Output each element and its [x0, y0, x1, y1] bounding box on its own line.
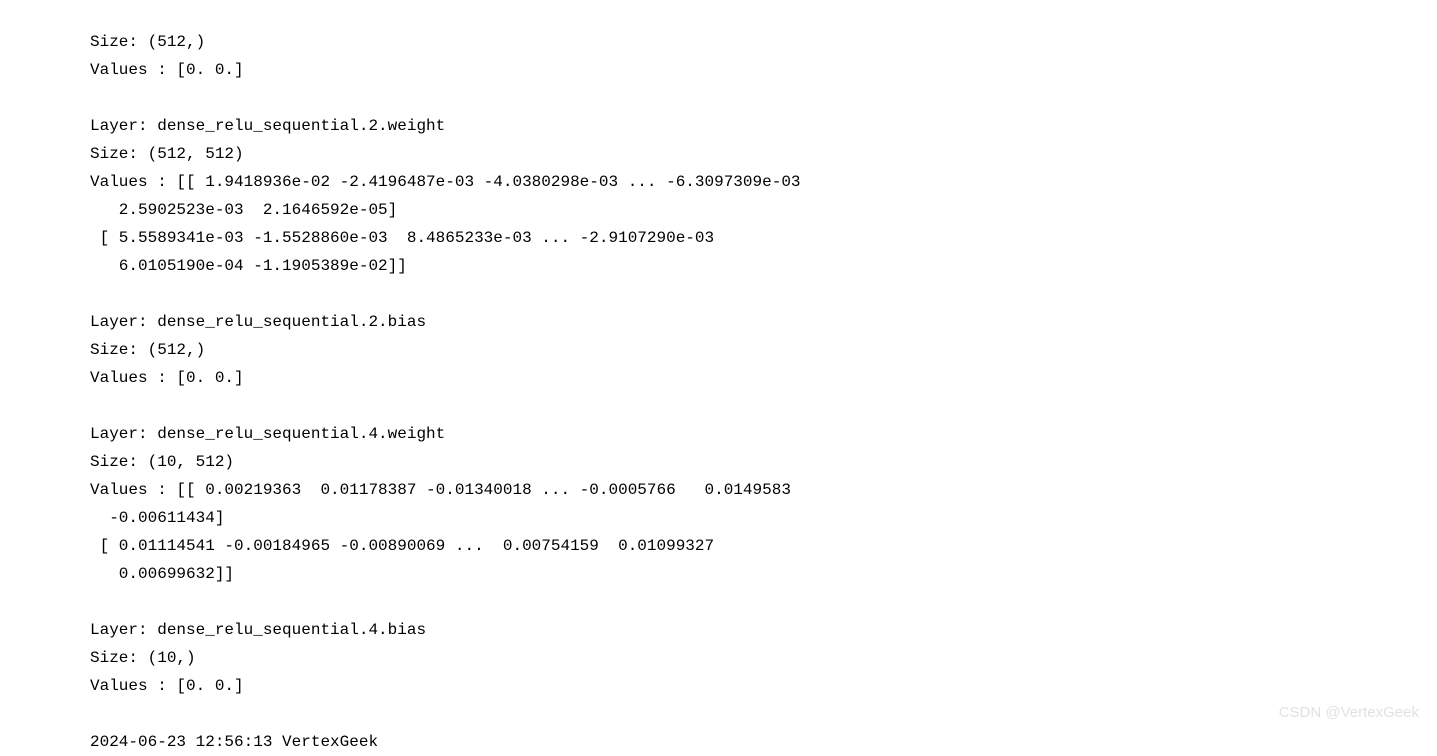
output-line: Size: (10, 512) [90, 453, 234, 471]
terminal-output: Size: (512,) Values : [0. 0.] Layer: den… [0, 0, 1437, 756]
output-line: Layer: dense_relu_sequential.2.weight [90, 117, 445, 135]
output-line: -0.00611434] [90, 509, 224, 527]
output-line: Layer: dense_relu_sequential.2.bias [90, 313, 426, 331]
output-line: Values : [[ 0.00219363 0.01178387 -0.013… [90, 481, 791, 499]
output-line: [ 5.5589341e-03 -1.5528860e-03 8.4865233… [90, 229, 714, 247]
output-line: 0.00699632]] [90, 565, 234, 583]
output-line: Size: (512,) [90, 33, 205, 51]
output-line: Values : [0. 0.] [90, 61, 244, 79]
output-line: [ 0.01114541 -0.00184965 -0.00890069 ...… [90, 537, 714, 555]
output-line: Size: (512, 512) [90, 145, 244, 163]
output-line: 6.0105190e-04 -1.1905389e-02]] [90, 257, 407, 275]
output-line: Size: (512,) [90, 341, 205, 359]
output-line: Values : [0. 0.] [90, 369, 244, 387]
output-line: Layer: dense_relu_sequential.4.weight [90, 425, 445, 443]
output-line: Layer: dense_relu_sequential.4.bias [90, 621, 426, 639]
output-line: 2.5902523e-03 2.1646592e-05] [90, 201, 397, 219]
output-line: Size: (10,) [90, 649, 196, 667]
output-line: Values : [[ 1.9418936e-02 -2.4196487e-03… [90, 173, 801, 191]
output-line: Values : [0. 0.] [90, 677, 244, 695]
